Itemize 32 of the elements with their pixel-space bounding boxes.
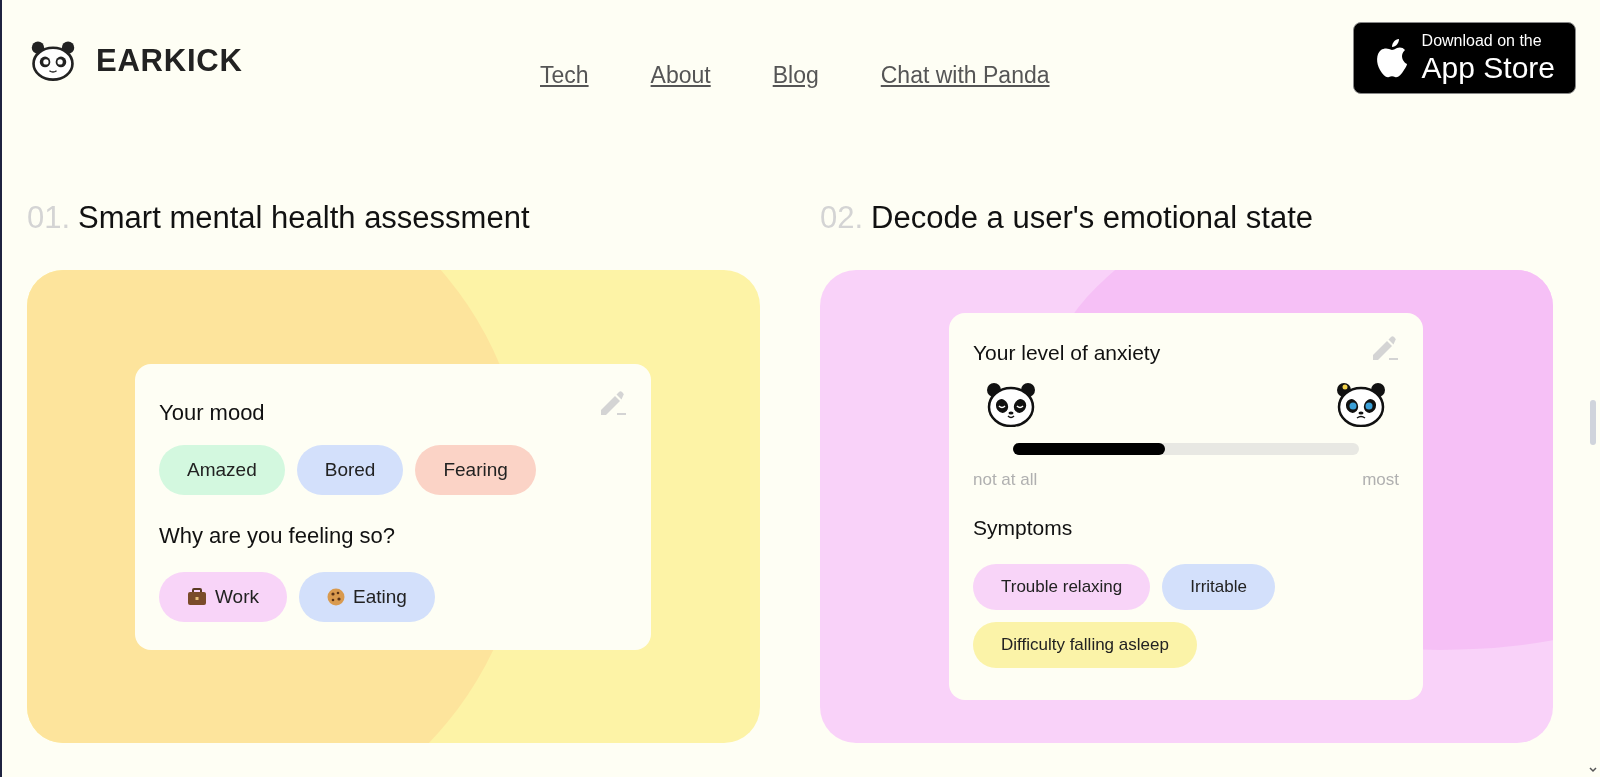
tag-chip[interactable]: Difficulty falling asleep [973,621,1197,668]
brand-wordmark[interactable]: EARKICK [96,38,243,85]
tag-chip[interactable]: Bored [296,445,404,495]
tag-chip[interactable]: Amazed [159,445,285,495]
card-title: Your level of anxiety [973,340,1161,366]
tag-chip[interactable]: Irritable [1162,563,1275,610]
nav-link[interactable]: Chat with Panda [880,58,1050,93]
slider-track[interactable] [1013,442,1359,455]
section-title: Smart mental health assessment [78,199,530,237]
tag-chip[interactable]: Work [159,572,287,622]
app-store-label: App Store [1421,53,1555,83]
cookie-icon [327,588,345,606]
card-subtitle: Symptoms [973,515,1074,541]
tag-chip[interactable]: Eating [299,572,435,622]
scale-max-label: most [1362,468,1399,491]
worried-panda-icon [1335,380,1387,427]
nav-link[interactable]: Tech [540,58,589,93]
nav-link[interactable]: About [650,58,711,93]
scroll-down-icon[interactable] [1589,767,1597,773]
calm-panda-icon [985,380,1037,427]
briefcase-icon [187,588,207,606]
scrollbar-thumb[interactable] [1590,400,1596,445]
app-store-button[interactable]: Download on the App Store [1352,22,1576,94]
app-store-caption: Download on the [1421,33,1542,49]
section-title: Decode a user's emotional state [871,199,1313,237]
scale-min-label: not at all [973,468,1038,491]
card-title: Your mood [159,399,265,427]
tag-chip[interactable]: Trouble relaxing [973,563,1151,610]
tag-chip[interactable]: Fearing [415,445,536,495]
panda-logo-icon[interactable] [30,40,76,83]
card-subtitle: Why are you feeling so? [159,522,397,550]
nav-link[interactable]: Blog [772,58,819,93]
